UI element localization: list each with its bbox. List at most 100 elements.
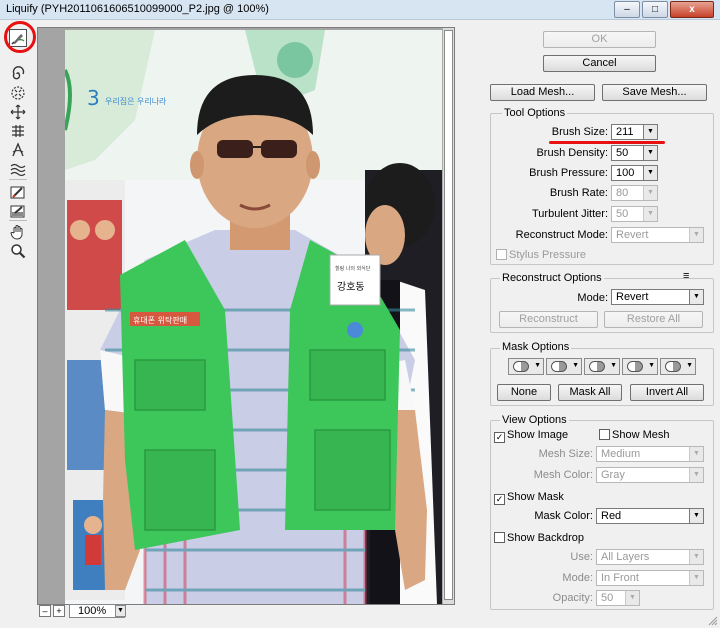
- reconstruct-options-title: Reconstruct Options: [500, 272, 604, 284]
- chevron-down-icon: ▼: [534, 362, 541, 369]
- chevron-down-icon[interactable]: ▼: [689, 509, 703, 523]
- show-mesh-checkbox[interactable]: Show Mesh: [599, 429, 669, 441]
- mask-intersect-icon: [627, 361, 643, 372]
- mask-intersect-selection-button[interactable]: ▼: [622, 358, 658, 375]
- preview-canvas[interactable]: 3 우리집은 우리나라 휴대폰 위탁판매 힐링 나의 외식단 강호동: [37, 27, 455, 605]
- zoom-bar: – + 100% ▼: [37, 604, 455, 620]
- chevron-down-icon[interactable]: ▼: [689, 571, 703, 585]
- bloat-tool-icon[interactable]: [9, 103, 27, 121]
- hand-tool-icon[interactable]: [9, 223, 27, 241]
- mask-options-title: Mask Options: [500, 341, 572, 353]
- mask-invert-icon: [665, 361, 681, 372]
- chevron-down-icon[interactable]: ▼: [689, 447, 703, 461]
- zoom-in-button[interactable]: +: [53, 605, 65, 617]
- stylus-pressure-checkbox[interactable]: Stylus Pressure: [496, 249, 586, 261]
- brush-density-field[interactable]: 50 ▼: [611, 145, 658, 161]
- thaw-mask-tool-icon[interactable]: [9, 202, 27, 220]
- save-mesh-button[interactable]: Save Mesh...: [602, 84, 707, 101]
- chevron-down-icon[interactable]: ▼: [689, 550, 703, 564]
- twirl-clockwise-tool-icon[interactable]: [9, 65, 27, 83]
- cancel-button[interactable]: Cancel: [543, 55, 656, 72]
- reconstruct-mode-select[interactable]: Revert ▼: [611, 227, 704, 243]
- mask-color-select[interactable]: Red ▼: [596, 508, 704, 524]
- backdrop-mode-select[interactable]: In Front ▼: [596, 570, 704, 586]
- chevron-down-icon[interactable]: ▼: [643, 186, 657, 200]
- show-backdrop-checkbox[interactable]: Show Backdrop: [494, 532, 584, 544]
- load-mesh-button[interactable]: Load Mesh...: [490, 84, 595, 101]
- turbulence-tool-icon[interactable]: [9, 160, 27, 178]
- tool-divider: [9, 220, 27, 221]
- mask-subtract-icon: [589, 361, 605, 372]
- reconstruct-button[interactable]: Reconstruct: [499, 311, 598, 328]
- chevron-down-icon: ▼: [648, 362, 655, 369]
- opacity-field[interactable]: 50 ▼: [596, 590, 640, 606]
- turbulent-jitter-label: Turbulent Jitter:: [531, 208, 608, 220]
- mask-invert-selection-button[interactable]: ▼: [660, 358, 696, 375]
- opacity-label: Opacity:: [552, 592, 593, 604]
- brush-rate-label: Brush Rate:: [549, 187, 608, 199]
- resize-grip-icon[interactable]: [708, 616, 718, 626]
- mask-subtract-from-selection-button[interactable]: ▼: [584, 358, 620, 375]
- chevron-down-icon[interactable]: ▼: [115, 605, 126, 617]
- chevron-down-icon[interactable]: ▼: [643, 166, 657, 180]
- scrollbar-thumb[interactable]: [444, 30, 453, 600]
- checkbox-box[interactable]: [599, 429, 610, 440]
- reconstruct-mode-label: Reconstruct Mode:: [515, 229, 608, 241]
- check-icon[interactable]: ✓: [494, 432, 505, 443]
- mesh-color-label: Mesh Color:: [533, 469, 593, 481]
- chevron-down-icon[interactable]: ▼: [625, 591, 639, 605]
- maximize-button[interactable]: □: [642, 1, 668, 18]
- chevron-down-icon[interactable]: ▼: [643, 207, 657, 221]
- tool-strip: [0, 21, 32, 628]
- brush-rate-field[interactable]: 80 ▼: [611, 185, 658, 201]
- close-button[interactable]: x: [670, 1, 714, 18]
- mask-all-button[interactable]: Mask All: [558, 384, 622, 401]
- chevron-down-icon[interactable]: ▼: [689, 468, 703, 482]
- banner-text: 우리집은 우리나라: [105, 96, 167, 106]
- mask-none-button[interactable]: None: [497, 384, 551, 401]
- mask-color-label: Mask Color:: [534, 510, 593, 522]
- backdrop-use-select[interactable]: All Layers ▼: [596, 549, 704, 565]
- canvas-scrollbar[interactable]: [442, 28, 454, 604]
- chevron-down-icon: ▼: [572, 362, 579, 369]
- zoom-tool-icon[interactable]: [9, 242, 27, 260]
- chevron-down-icon[interactable]: ▼: [689, 228, 703, 242]
- checkbox-box[interactable]: [494, 532, 505, 543]
- show-mask-checkbox[interactable]: ✓ Show Mask: [494, 491, 564, 505]
- highlight-underline: [549, 141, 665, 144]
- check-icon[interactable]: ✓: [494, 494, 505, 505]
- tool-options-title: Tool Options: [502, 107, 568, 119]
- reconstruct-mode-select[interactable]: Revert ▼: [611, 289, 704, 305]
- view-options-title: View Options: [500, 414, 569, 426]
- checkbox-box[interactable]: [496, 249, 507, 260]
- mirror-tool-icon[interactable]: [9, 141, 27, 159]
- window-title: Liquify (PYH2011061606510099000_P2.jpg @…: [6, 3, 269, 15]
- forward-warp-tool-icon[interactable]: [9, 29, 27, 47]
- invert-all-button[interactable]: Invert All: [630, 384, 704, 401]
- panel-menu-icon[interactable]: ≡: [683, 270, 689, 282]
- pucker-tool-icon[interactable]: [9, 84, 27, 102]
- push-left-tool-icon[interactable]: [9, 122, 27, 140]
- ok-button[interactable]: OK: [543, 31, 656, 48]
- zoom-out-button[interactable]: –: [39, 605, 51, 617]
- show-image-checkbox[interactable]: ✓ Show Image: [494, 429, 568, 443]
- badge-line2: 강호동: [337, 281, 365, 293]
- mesh-size-select[interactable]: Medium ▼: [596, 446, 704, 462]
- turbulent-jitter-field[interactable]: 50 ▼: [611, 206, 658, 222]
- chevron-down-icon[interactable]: ▼: [643, 125, 657, 139]
- mesh-size-label: Mesh Size:: [538, 448, 593, 460]
- vest-logo-text: 휴대폰 위탁판매: [133, 315, 187, 325]
- minimize-button[interactable]: –: [614, 1, 640, 18]
- restore-all-button[interactable]: Restore All: [604, 311, 703, 328]
- mask-add-icon: [551, 361, 567, 372]
- chevron-down-icon[interactable]: ▼: [689, 290, 703, 304]
- mask-replace-selection-button[interactable]: ▼: [508, 358, 544, 375]
- brush-size-field[interactable]: 211 ▼: [611, 124, 658, 140]
- mask-add-to-selection-button[interactable]: ▼: [546, 358, 582, 375]
- chevron-down-icon[interactable]: ▼: [643, 146, 657, 160]
- brush-pressure-field[interactable]: 100 ▼: [611, 165, 658, 181]
- freeze-mask-tool-icon[interactable]: [9, 183, 27, 201]
- mesh-color-select[interactable]: Gray ▼: [596, 467, 704, 483]
- preview-image[interactable]: 3 우리집은 우리나라 휴대폰 위탁판매 힐링 나의 외식단 강호동: [65, 30, 445, 604]
- reconstruct-mode-label: Mode:: [577, 292, 608, 304]
